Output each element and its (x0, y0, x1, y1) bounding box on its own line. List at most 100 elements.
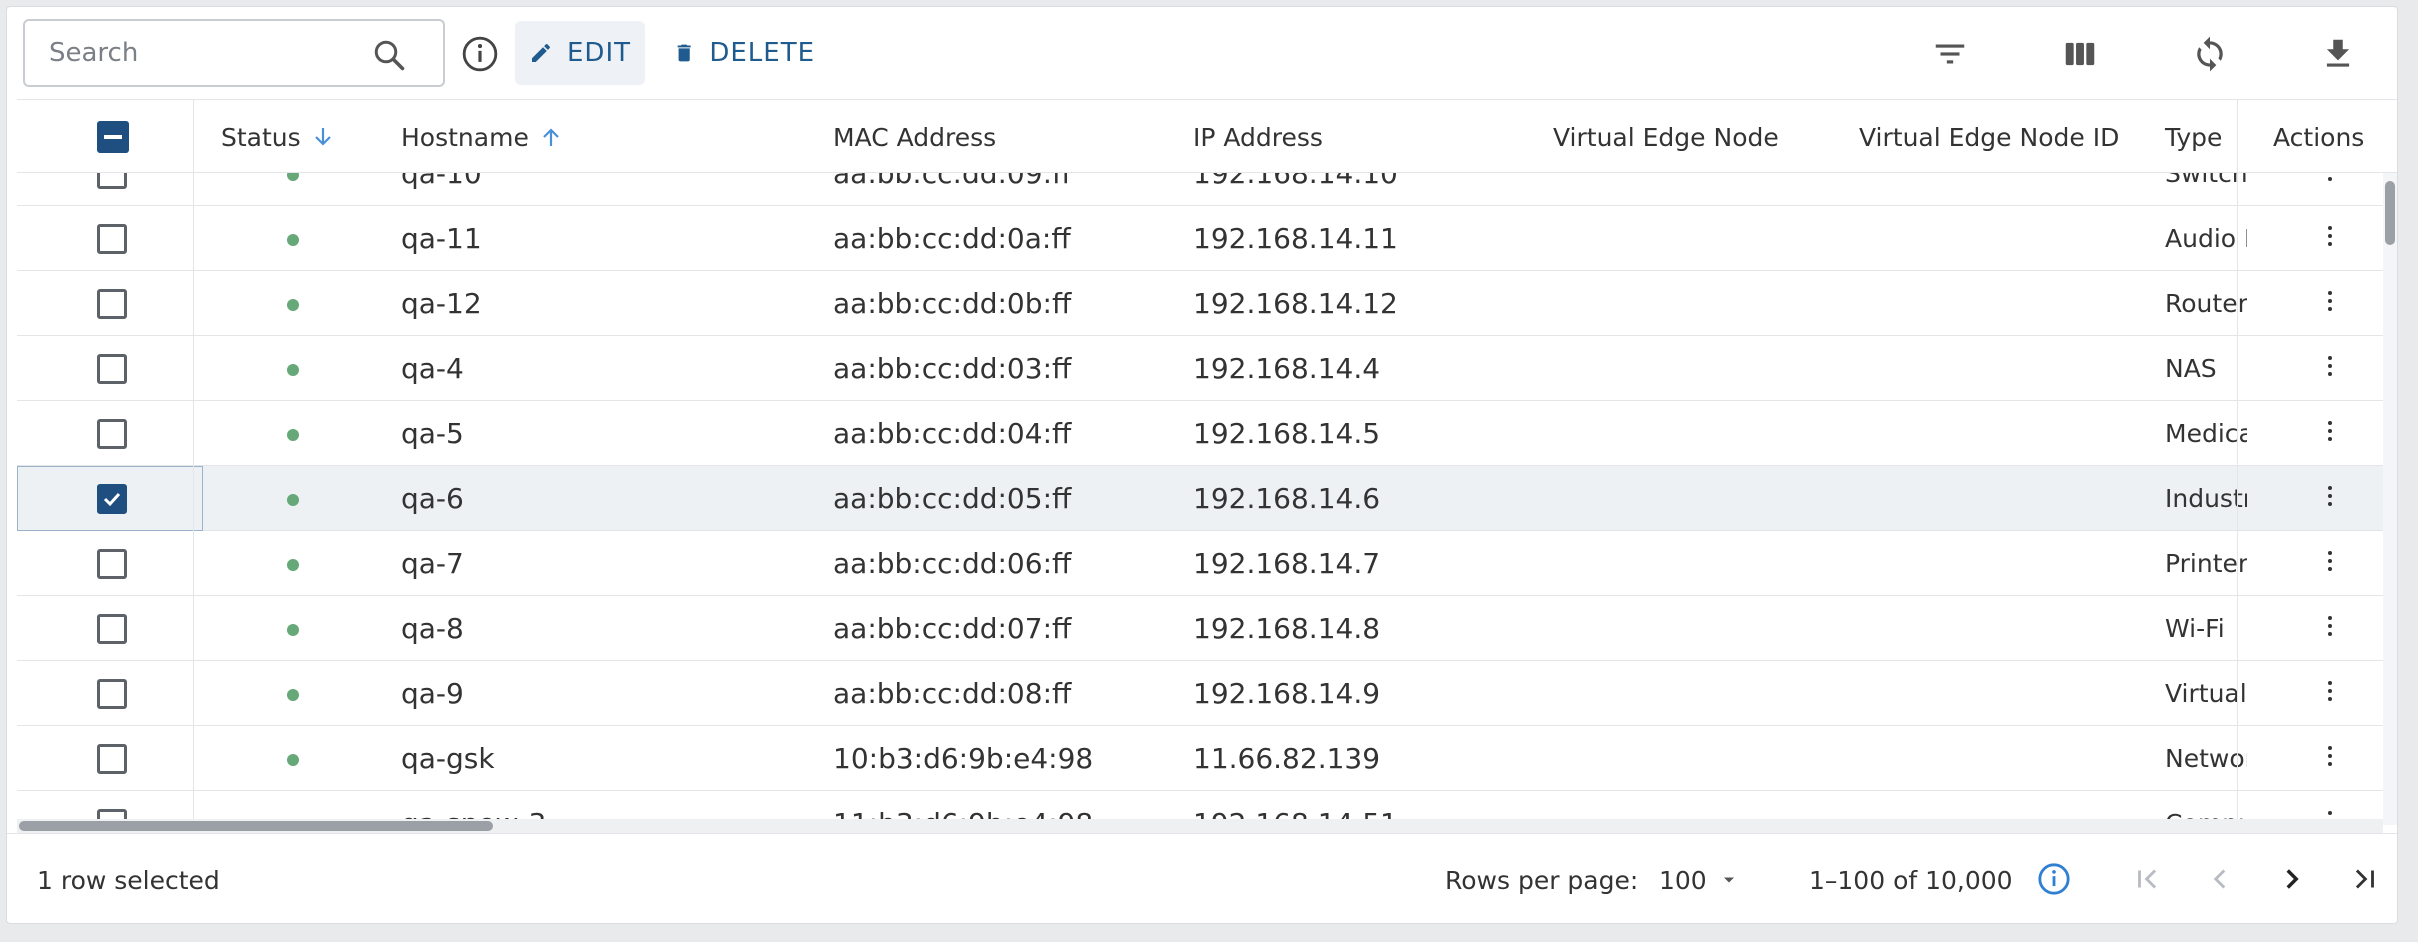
table-row[interactable]: qa-10 aa:bb:cc:dd:09:ff 192.168.14.10 Switc… (17, 173, 2387, 206)
table-footer: 1 row selected Rows per page: 100 1–100 … (7, 833, 2397, 923)
arrow-up-icon[interactable] (539, 125, 563, 149)
row-actions-menu-icon[interactable] (2327, 226, 2333, 250)
columns-icon[interactable] (2061, 35, 2099, 73)
hostname-cell: qa-10 (401, 173, 482, 190)
search-icon[interactable] (371, 37, 407, 73)
table-row[interactable]: qa-11 aa:bb:cc:dd:0a:ff 192.168.14.11 Audio… (17, 206, 2387, 271)
hostname-cell: qa-9 (401, 677, 464, 710)
row-actions-menu-icon[interactable] (2327, 681, 2333, 705)
hostname-cell: qa-4 (401, 352, 464, 385)
type-cell: Wi-Fi (2165, 614, 2225, 643)
mac-cell: aa:bb:cc:dd:06:ff (833, 547, 1072, 580)
row-checkbox[interactable] (97, 614, 127, 644)
arrow-down-icon[interactable] (311, 125, 335, 149)
row-checkbox[interactable] (97, 744, 127, 774)
next-page-icon[interactable] (2275, 862, 2309, 896)
filter-icon[interactable] (1931, 35, 1969, 73)
first-page-icon[interactable] (2131, 862, 2165, 896)
download-icon[interactable] (2319, 35, 2357, 73)
column-header-status[interactable]: Status (221, 100, 335, 174)
select-all-cell[interactable] (97, 100, 129, 174)
ip-cell: 192.168.14.7 (1193, 547, 1381, 580)
devices-table-card: EDIT DELETE Status Hostname MAC Address … (6, 6, 2398, 924)
refresh-icon[interactable] (2191, 35, 2229, 73)
horizontal-scroll-thumb[interactable] (19, 821, 493, 831)
row-checkbox[interactable] (97, 289, 127, 319)
hostname-cell: qa-7 (401, 547, 464, 580)
delete-label: DELETE (709, 38, 815, 68)
search-box[interactable] (23, 19, 445, 87)
hostname-cell: qa-6 (401, 482, 464, 515)
row-checkbox[interactable] (97, 173, 127, 189)
row-actions-menu-icon[interactable] (2327, 551, 2333, 575)
table-row[interactable]: qa-7 aa:bb:cc:dd:06:ff 192.168.14.7 Printer (17, 531, 2387, 596)
table-row[interactable]: qa-4 aa:bb:cc:dd:03:ff 192.168.14.4 NAS (17, 336, 2387, 401)
vertical-scroll-thumb[interactable] (2385, 181, 2395, 245)
mac-cell: aa:bb:cc:dd:03:ff (833, 352, 1072, 385)
row-checkbox[interactable] (97, 354, 127, 384)
table-toolbar: EDIT DELETE (7, 7, 2397, 99)
row-actions-menu-icon[interactable] (2327, 173, 2333, 185)
last-page-icon[interactable] (2347, 862, 2381, 896)
column-header-virtual-edge-node[interactable]: Virtual Edge Node (1553, 100, 1779, 174)
status-online-dot (287, 364, 299, 376)
status-online-dot (287, 429, 299, 441)
mac-cell: aa:bb:cc:dd:07:ff (833, 612, 1072, 645)
mac-cell: 10:b3:d6:9b:e4:98 (833, 742, 1094, 775)
table-row[interactable]: qa-6 aa:bb:cc:dd:05:ff 192.168.14.6 Industr (17, 466, 2387, 531)
table-row[interactable]: qa-gsk 10:b3:d6:9b:e4:98 11.66.82.139 Netwo… (17, 726, 2387, 791)
row-checkbox[interactable] (97, 549, 127, 579)
ven-header-label: Virtual Edge Node (1553, 122, 1779, 152)
select-all-checkbox[interactable] (97, 121, 129, 153)
column-header-actions: Actions (2273, 100, 2364, 174)
check-icon (103, 492, 121, 507)
type-cell: Audio F (2165, 224, 2247, 253)
type-cell: Router (2165, 289, 2247, 318)
type-cell: Industr (2165, 484, 2247, 513)
info-icon[interactable] (461, 35, 499, 73)
row-checkbox[interactable] (97, 419, 127, 449)
ven-id-header-label: Virtual Edge Node ID (1859, 122, 2120, 152)
row-actions-menu-icon[interactable] (2327, 356, 2333, 380)
row-actions-menu-icon[interactable] (2327, 746, 2333, 770)
table-row[interactable]: qa-5 aa:bb:cc:dd:04:ff 192.168.14.5 Medica (17, 401, 2387, 466)
mac-cell: aa:bb:cc:dd:09:ff (833, 173, 1072, 190)
vertical-scrollbar[interactable] (2383, 173, 2397, 825)
horizontal-scrollbar[interactable] (17, 819, 2383, 833)
row-checkbox[interactable] (97, 224, 127, 254)
column-header-virtual-edge-node-id[interactable]: Virtual Edge Node ID (1859, 100, 2119, 174)
search-input[interactable] (49, 35, 349, 71)
row-actions-menu-icon[interactable] (2327, 421, 2333, 445)
column-header-type[interactable]: Type (2165, 100, 2222, 174)
table-row[interactable]: qa-8 aa:bb:cc:dd:07:ff 192.168.14.8 Wi-Fi (17, 596, 2387, 661)
ip-cell: 192.168.14.6 (1193, 482, 1381, 515)
column-header-mac[interactable]: MAC Address (833, 100, 996, 174)
type-cell: Medica (2165, 419, 2247, 448)
hostname-header-label: Hostname (401, 122, 529, 152)
previous-page-icon[interactable] (2203, 862, 2237, 896)
hostname-cell: qa-11 (401, 222, 482, 255)
status-online-dot (287, 299, 299, 311)
status-online-dot (287, 494, 299, 506)
hostname-cell: qa-8 (401, 612, 464, 645)
row-actions-menu-icon[interactable] (2327, 291, 2333, 315)
type-header-label: Type (2165, 122, 2223, 152)
pagination-info-icon[interactable] (2037, 862, 2071, 896)
column-header-hostname[interactable]: Hostname (401, 100, 563, 174)
table-header: Status Hostname MAC Address IP Address V… (17, 99, 2397, 174)
edit-button[interactable]: EDIT (515, 21, 645, 85)
row-actions-menu-icon[interactable] (2327, 486, 2333, 510)
selection-count: 1 row selected (37, 865, 220, 895)
status-online-dot (287, 559, 299, 571)
table-body: qa-10 aa:bb:cc:dd:09:ff 192.168.14.10 Switc… (17, 173, 2397, 825)
row-checkbox[interactable] (97, 679, 127, 709)
row-checkbox[interactable] (97, 484, 127, 514)
table-row[interactable]: qa-12 aa:bb:cc:dd:0b:ff 192.168.14.12 Route… (17, 271, 2387, 336)
pencil-icon (532, 44, 550, 62)
rows-per-page-select[interactable]: 100 (1659, 834, 1739, 923)
row-actions-menu-icon[interactable] (2327, 616, 2333, 640)
caret-down-icon (1723, 877, 1734, 883)
table-row[interactable]: qa-9 aa:bb:cc:dd:08:ff 192.168.14.9 Virtual (17, 661, 2387, 726)
delete-button[interactable]: DELETE (659, 21, 829, 85)
column-header-ip[interactable]: IP Address (1193, 100, 1323, 174)
